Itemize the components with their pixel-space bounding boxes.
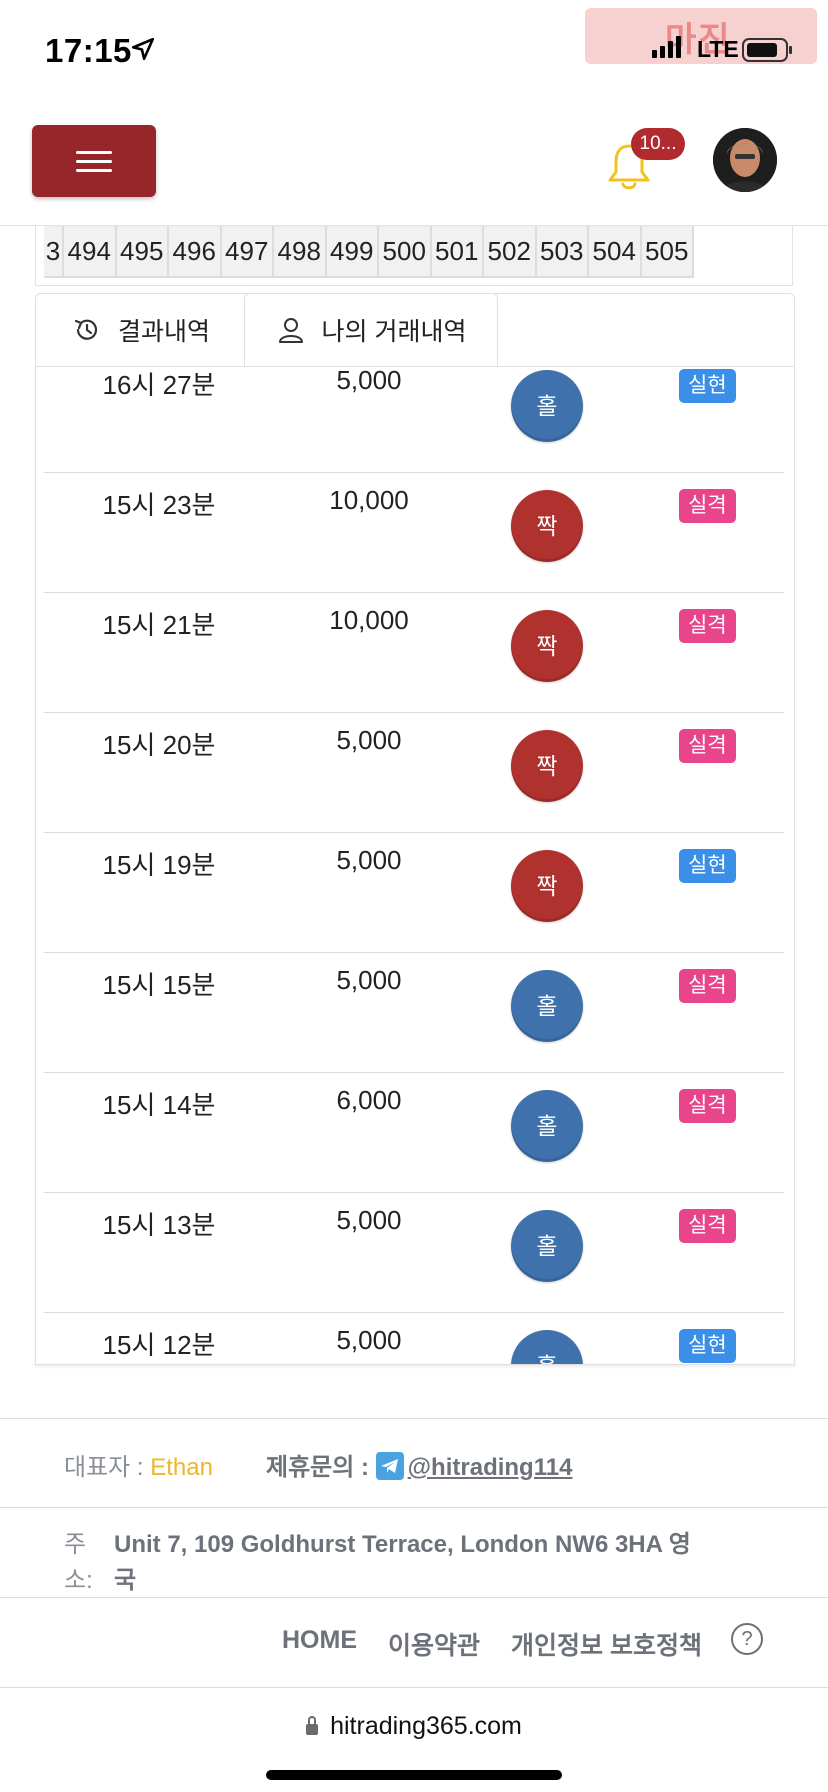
round-number: 500 xyxy=(379,226,432,278)
trade-amount: 5,000 xyxy=(336,366,402,395)
round-number: 502 xyxy=(484,226,537,278)
address-text-cont: 국 xyxy=(114,1567,137,1594)
trade-row: 15시 15분 5,000 홀 실격 xyxy=(44,953,784,1073)
result-badge: 실격 xyxy=(679,729,736,763)
footer-address-row: 주 소: Unit 7, 109 Goldhurst Terrace, Lond… xyxy=(0,1508,828,1598)
trade-amount: 5,000 xyxy=(336,1325,402,1355)
menu-button[interactable] xyxy=(32,125,156,197)
result-badge: 실현 xyxy=(679,1329,736,1363)
round-number: 498 xyxy=(274,226,327,278)
terms-link[interactable]: 이용약관 xyxy=(388,1626,480,1662)
address-label-cont: 소: xyxy=(64,1567,93,1594)
home-link[interactable]: HOME xyxy=(282,1626,357,1655)
round-number: 505 xyxy=(642,226,694,278)
trade-time: 15시 12분 xyxy=(102,1330,216,1360)
contact-info: 제휴문의 : @hitrading114 xyxy=(266,1452,573,1481)
trade-time: 15시 13분 xyxy=(102,1210,216,1240)
round-number: 499 xyxy=(327,226,379,278)
trade-amount: 5,000 xyxy=(336,845,402,875)
address-label: 주 xyxy=(64,1531,87,1558)
avatar[interactable] xyxy=(713,128,777,192)
odd-pick-ball: 홀 xyxy=(511,1330,583,1364)
result-badge: 실격 xyxy=(679,1089,736,1123)
status-time: 17:15 xyxy=(45,32,132,69)
odd-pick-ball: 홀 xyxy=(511,1090,583,1162)
tab-my-trades[interactable]: 나의 거래내역 xyxy=(244,293,498,367)
even-pick-ball: 짝 xyxy=(511,490,583,562)
even-pick-ball: 짝 xyxy=(511,730,583,802)
trade-row: 15시 21분 10,000 짝 실격 xyxy=(44,593,784,713)
trade-amount: 10,000 xyxy=(329,485,409,515)
round-number: 494 xyxy=(64,226,117,278)
tab-results-history[interactable]: 결과내역 xyxy=(72,293,210,367)
location-arrow-icon xyxy=(131,37,155,61)
round-number: 497 xyxy=(222,226,274,278)
browser-url-bar[interactable]: hitrading365.com xyxy=(0,1690,828,1792)
even-pick-ball: 짝 xyxy=(511,850,583,922)
result-badge: 실격 xyxy=(679,969,736,1003)
trade-time: 15시 21분 xyxy=(102,610,216,640)
trade-time: 16시 27분 xyxy=(102,370,216,400)
network-type: LTE xyxy=(697,36,739,62)
trade-time: 15시 23분 xyxy=(102,490,216,520)
tab-bar: 결과내역 나의 거래내역 xyxy=(35,293,795,367)
result-badge: 실격 xyxy=(679,609,736,643)
notification-badge: 10... xyxy=(631,128,685,160)
telegram-link[interactable]: @hitrading114 xyxy=(408,1454,573,1481)
help-icon[interactable]: ? xyxy=(731,1623,763,1655)
app-header: 10... xyxy=(0,100,828,226)
privacy-policy-link[interactable]: 개인정보 보호정책 xyxy=(511,1626,702,1662)
odd-pick-ball: 홀 xyxy=(511,970,583,1042)
tab-label: 결과내역 xyxy=(118,318,211,346)
trade-amount: 10,000 xyxy=(329,605,409,635)
trade-time: 15시 14분 xyxy=(102,1090,216,1120)
trade-time: 15시 15분 xyxy=(102,970,216,1000)
trade-row: 15시 14분 6,000 홀 실격 xyxy=(44,1073,784,1193)
home-indicator[interactable] xyxy=(266,1770,562,1780)
trade-amount: 5,000 xyxy=(336,725,402,755)
trade-row: 15시 19분 5,000 짝 실현 xyxy=(44,833,784,953)
result-badge: 실격 xyxy=(679,1209,736,1243)
trade-row: 16시 27분 5,000 홀 실현 xyxy=(44,366,784,473)
trade-row: 15시 20분 5,000 짝 실격 xyxy=(44,713,784,833)
trade-row: 15시 12분 5,000 홀 실현 xyxy=(44,1313,784,1364)
round-number: 501 xyxy=(432,226,484,278)
odd-pick-ball: 홀 xyxy=(511,370,583,442)
footer-contact-row: 대표자 : Ethan 제휴문의 : @hitrading114 xyxy=(0,1418,828,1508)
trade-amount: 6,000 xyxy=(336,1085,402,1115)
trade-time: 15시 19분 xyxy=(102,850,216,880)
trade-row: 15시 13분 5,000 홀 실격 xyxy=(44,1193,784,1313)
status-bar: 17:15 마진 LTE xyxy=(0,0,828,100)
trade-history-list[interactable]: 16시 27분 5,000 홀 실현 15시 23분 10,000 짝 실격 15시 21분 10… xyxy=(35,366,795,1365)
trade-amount: 5,000 xyxy=(336,1205,402,1235)
battery-icon xyxy=(742,38,792,62)
round-number: 503 xyxy=(537,226,589,278)
round-number: 496 xyxy=(169,226,222,278)
even-pick-ball: 짝 xyxy=(511,610,583,682)
signal-icon xyxy=(652,36,681,58)
ceo-info: 대표자 : Ethan xyxy=(64,1454,213,1481)
round-number: 504 xyxy=(589,226,642,278)
round-number-strip: 3 494 495 496 497 498 499 500 501 502 503 504 505 xyxy=(35,226,793,286)
history-icon xyxy=(74,319,98,340)
user-icon xyxy=(278,318,303,343)
footer-nav-row: HOME 이용약관 개인정보 보호정책 ? xyxy=(0,1598,828,1688)
result-badge: 실현 xyxy=(679,849,736,883)
result-badge: 실현 xyxy=(679,369,736,403)
round-number: 495 xyxy=(117,226,169,278)
result-badge: 실격 xyxy=(679,489,736,523)
url-text: hitrading365.com xyxy=(330,1712,522,1740)
address-text: Unit 7, 109 Goldhurst Terrace, London NW… xyxy=(114,1531,691,1558)
round-number: 3 xyxy=(44,226,64,278)
tab-label: 나의 거래내역 xyxy=(321,318,467,346)
telegram-icon xyxy=(375,1452,404,1480)
odd-pick-ball: 홀 xyxy=(511,1210,583,1282)
lock-icon xyxy=(306,1716,319,1735)
trade-amount: 5,000 xyxy=(336,965,402,995)
trade-row: 15시 23분 10,000 짝 실격 xyxy=(44,473,784,593)
ceo-name: Ethan xyxy=(150,1454,213,1481)
trade-time: 15시 20분 xyxy=(102,730,216,760)
